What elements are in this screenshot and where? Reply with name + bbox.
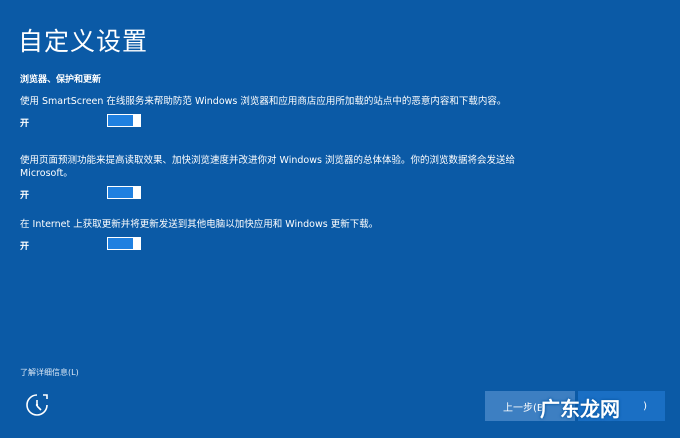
setting-description: 在 Internet 上获取更新并将更新发送到其他电脑以加快应用和 Window… bbox=[20, 219, 379, 230]
page-title: 自定义设置 bbox=[18, 27, 149, 56]
ease-of-access-glyph bbox=[26, 394, 48, 416]
toggle-knob bbox=[133, 237, 141, 250]
page-prediction-toggle[interactable] bbox=[107, 186, 141, 199]
learn-more-link[interactable]: 了解详细信息(L) bbox=[20, 367, 79, 378]
setting-description: 使用 SmartScreen 在线服务来帮助防范 Windows 浏览器和应用商… bbox=[20, 96, 507, 107]
update-delivery-toggle[interactable] bbox=[107, 237, 141, 250]
toggle-row: 开 bbox=[20, 186, 520, 202]
toggle-label: 开 bbox=[20, 191, 30, 201]
toggle-knob bbox=[133, 186, 141, 199]
section-heading: 浏览器、保护和更新 bbox=[20, 75, 102, 85]
next-button[interactable]: ) bbox=[578, 391, 665, 421]
toggle-label: 开 bbox=[20, 242, 30, 252]
setting-description: 使用页面预测功能来提高读取效果、加快浏览速度并改进你对 Windows 浏览器的… bbox=[20, 155, 515, 179]
ease-of-access-icon[interactable] bbox=[24, 392, 50, 418]
toggle-label: 开 bbox=[20, 119, 30, 129]
setting-page-prediction: 使用页面预测功能来提高读取效果、加快浏览速度并改进你对 Windows 浏览器的… bbox=[20, 154, 520, 202]
toggle-row: 开 bbox=[20, 237, 520, 253]
back-button[interactable]: 上一步(B bbox=[485, 391, 575, 421]
smartscreen-toggle[interactable] bbox=[107, 114, 141, 127]
setting-update-delivery: 在 Internet 上获取更新并将更新发送到其他电脑以加快应用和 Window… bbox=[20, 218, 520, 253]
toggle-knob bbox=[133, 114, 141, 127]
setting-smartscreen: 使用 SmartScreen 在线服务来帮助防范 Windows 浏览器和应用商… bbox=[20, 95, 520, 130]
toggle-row: 开 bbox=[20, 114, 520, 130]
